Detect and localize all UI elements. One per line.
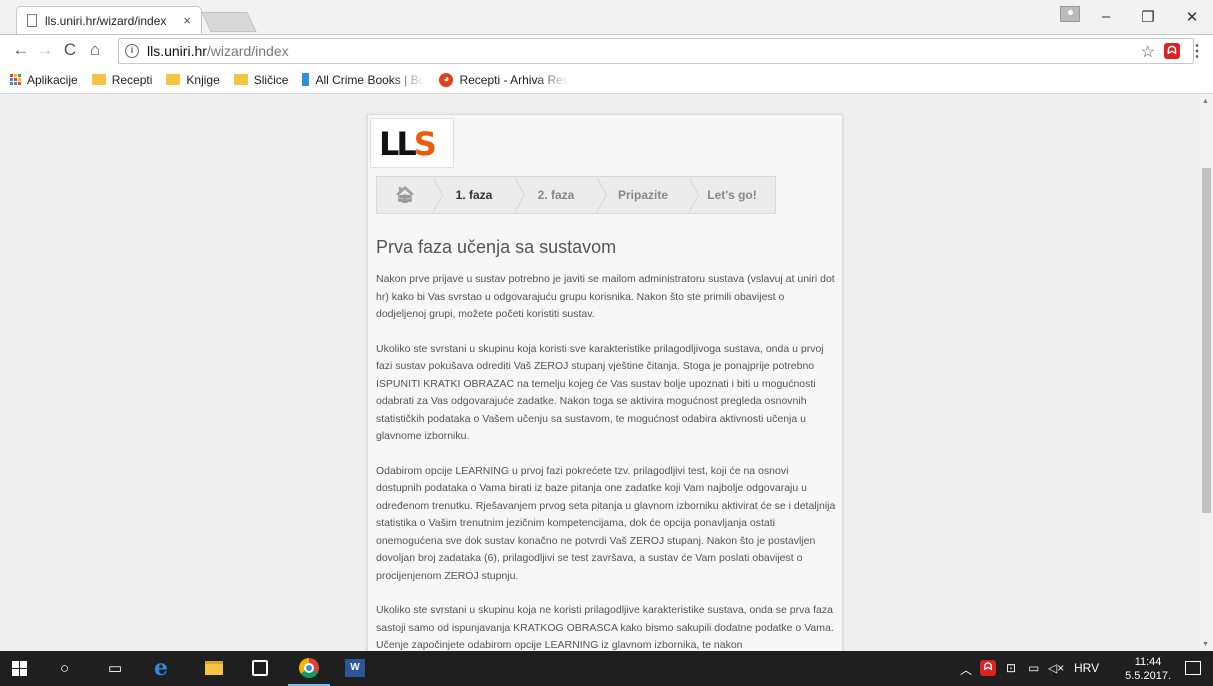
recipes-site-icon: ◕ bbox=[439, 72, 454, 87]
paragraph: Ukoliko ste svrstani u skupinu koja kori… bbox=[376, 342, 824, 443]
bookmark-star-icon[interactable]: ☆ bbox=[1141, 42, 1155, 62]
scroll-up-arrow-icon[interactable]: ▲ bbox=[1202, 98, 1209, 105]
new-tab-button[interactable] bbox=[201, 12, 257, 32]
browser-menu-icon[interactable]: ⋮ bbox=[1189, 41, 1205, 61]
windows-logo-icon bbox=[12, 660, 27, 676]
info-icon[interactable]: i bbox=[125, 44, 139, 58]
page-heading: Prva faza učenja sa sustavom bbox=[376, 237, 617, 257]
notification-center-icon[interactable] bbox=[1185, 661, 1201, 675]
page-viewport: LLS 🏠︎ 1. faza 2. faza Pripazite Let's g… bbox=[0, 95, 1213, 651]
browser-titlebar: lls.uniri.hr/wizard/index × – ❐ ✕ bbox=[0, 0, 1213, 34]
system-clock[interactable]: 11:44 5.5.2017. bbox=[1125, 655, 1171, 683]
wizard-step-home[interactable]: 🏠︎ bbox=[377, 177, 443, 213]
back-button[interactable]: ← bbox=[10, 40, 32, 60]
volume-icon[interactable]: ◁× bbox=[1048, 661, 1064, 675]
logo-mark: LLS bbox=[379, 125, 437, 163]
clock-date: 5.5.2017. bbox=[1125, 670, 1171, 682]
vertical-scrollbar[interactable]: ▲ ▼ bbox=[1200, 95, 1213, 651]
clock-time: 11:44 bbox=[1134, 656, 1162, 668]
wizard-step-pripazite[interactable]: Pripazite bbox=[597, 177, 699, 213]
bookmark-slicice[interactable]: Sličice bbox=[233, 72, 289, 87]
minimize-button[interactable]: – bbox=[1091, 8, 1121, 25]
bookmark-icon bbox=[302, 73, 310, 86]
maximize-button[interactable]: ❐ bbox=[1133, 8, 1163, 26]
content-text: Nakon prve prijave u sustav potrebno je … bbox=[376, 271, 836, 651]
address-bar[interactable]: i lls.uniri.hr/wizard/index bbox=[118, 38, 1194, 64]
antivirus-tray-icon[interactable]: ᗣ bbox=[980, 660, 996, 676]
bookmark-label: Sličice bbox=[253, 72, 289, 87]
windows-taskbar: ○ ▭ e W ︿ ᗣ ⊡ ▭ ◁× HRV 11:44 5.5.2017. bbox=[0, 651, 1213, 686]
lls-logo[interactable]: LLS bbox=[370, 118, 454, 168]
home-button[interactable]: ⌂ bbox=[84, 40, 106, 60]
chrome-icon[interactable] bbox=[299, 658, 319, 678]
search-icon[interactable]: ○ bbox=[60, 658, 69, 678]
bookmark-apps[interactable]: Aplikacije bbox=[10, 73, 78, 87]
task-view-icon[interactable]: ▭ bbox=[108, 658, 122, 678]
paragraph: Odabirom opcije LEARNING u prvoj fazi po… bbox=[376, 464, 836, 582]
edge-browser-icon[interactable]: e bbox=[154, 655, 168, 681]
forward-button[interactable]: → bbox=[34, 40, 56, 60]
scroll-down-arrow-icon[interactable]: ▼ bbox=[1202, 641, 1209, 648]
tab-title: lls.uniri.hr/wizard/index bbox=[45, 13, 167, 28]
network-icon[interactable]: ⊡ bbox=[1006, 661, 1016, 675]
wizard-step-lets-go[interactable]: Let's go! bbox=[689, 177, 775, 213]
close-window-button[interactable]: ✕ bbox=[1177, 8, 1207, 26]
bookmark-crime-books[interactable]: All Crime Books | Boo bbox=[302, 73, 425, 87]
bookmark-label: Recepti - Arhiva Rece bbox=[459, 72, 570, 87]
file-explorer-icon[interactable] bbox=[205, 658, 223, 678]
wizard-card: LLS 🏠︎ 1. faza 2. faza Pripazite Let's g… bbox=[367, 114, 843, 651]
bookmark-knjige[interactable]: Knjige bbox=[166, 72, 220, 87]
bookmark-recepti-arhiva[interactable]: ◕ Recepti - Arhiva Rece bbox=[439, 72, 570, 87]
scroll-thumb[interactable] bbox=[1202, 168, 1211, 513]
extension-icon[interactable]: ᗣ bbox=[1164, 43, 1180, 59]
bookmark-recepti[interactable]: Recepti bbox=[91, 72, 153, 87]
user-profile-icon[interactable] bbox=[1060, 6, 1080, 22]
folder-icon bbox=[91, 74, 106, 85]
url-path: /wizard/index bbox=[206, 43, 289, 59]
home-icon: 🏠︎ bbox=[394, 187, 416, 204]
wizard-step-1[interactable]: 1. faza bbox=[433, 177, 525, 213]
bookmark-label: Recepti bbox=[111, 72, 153, 87]
url-host: lls.uniri.hr bbox=[147, 43, 207, 59]
bookmark-label: All Crime Books | Boo bbox=[315, 72, 426, 87]
apps-grid-icon bbox=[10, 74, 21, 85]
folder-icon bbox=[166, 74, 181, 85]
bookmark-label: Aplikacije bbox=[27, 72, 78, 87]
word-icon[interactable]: W bbox=[345, 658, 365, 678]
bookmarks-bar: Aplikacije Recepti Knjige Sličice All Cr… bbox=[0, 66, 1213, 94]
wizard-steps: 🏠︎ 1. faza 2. faza Pripazite Let's go! bbox=[376, 176, 776, 214]
store-icon[interactable] bbox=[252, 658, 268, 678]
language-indicator[interactable]: HRV bbox=[1074, 661, 1099, 675]
battery-icon[interactable]: ▭ bbox=[1028, 661, 1039, 675]
reload-button[interactable]: C bbox=[59, 40, 81, 60]
close-tab-icon[interactable]: × bbox=[183, 13, 191, 28]
paragraph: Nakon prve prijave u sustav potrebno je … bbox=[376, 273, 835, 320]
folder-icon bbox=[233, 74, 248, 85]
page-icon bbox=[27, 14, 37, 27]
browser-toolbar: ← → C ⌂ i lls.uniri.hr/wizard/index ☆ ᗣ … bbox=[0, 34, 1213, 66]
paragraph: Ukoliko ste svrstani u skupinu koja ne k… bbox=[376, 604, 834, 651]
bookmark-label: Knjige bbox=[186, 72, 220, 87]
wizard-step-2[interactable]: 2. faza bbox=[515, 177, 607, 213]
tray-expand-icon[interactable]: ︿ bbox=[960, 661, 972, 678]
browser-tab[interactable]: lls.uniri.hr/wizard/index × bbox=[16, 6, 202, 34]
start-button[interactable] bbox=[12, 658, 27, 678]
